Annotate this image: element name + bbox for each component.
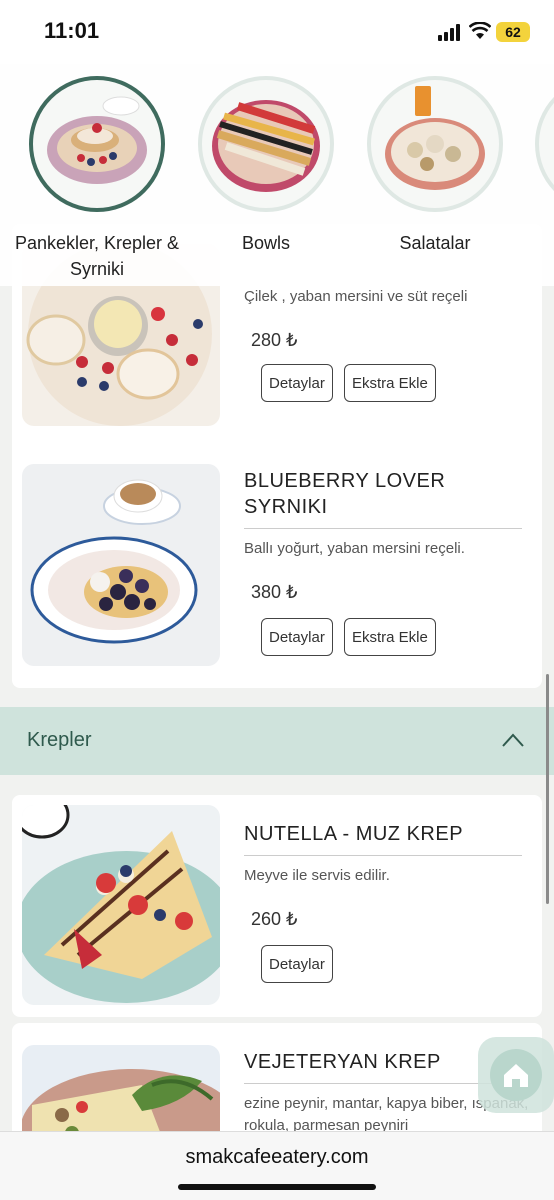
menu-item-name: BLUEBERRY LOVER SYRNIKI <box>244 468 522 529</box>
battery-icon: 62 <box>496 22 530 42</box>
menu-item-description: Ballı yoğurt, yaban mersini reçeli. <box>244 540 465 557</box>
status-bar: 11:01 62 <box>0 0 554 64</box>
category-bowls[interactable]: Bowls <box>181 76 351 256</box>
category-image-salatalar <box>367 76 503 212</box>
menu-item-photo <box>22 464 220 666</box>
menu-item-description: Meyve ile servis edilir. <box>244 867 390 884</box>
home-indicator <box>178 1184 376 1190</box>
signal-icon <box>438 24 460 41</box>
category-image-pankekler <box>29 76 165 212</box>
menu-item-card[interactable]: BLUEBERRY LOVER SYRNIKI Ballı yoğurt, ya… <box>12 442 542 688</box>
category-next[interactable] <box>518 76 554 212</box>
scrollbar[interactable] <box>546 674 549 904</box>
menu-item-photo <box>22 805 220 1005</box>
home-icon <box>504 1064 528 1087</box>
category-salatalar[interactable]: Salatalar <box>350 76 520 256</box>
home-button-circle <box>490 1049 542 1101</box>
category-pankekler[interactable]: Pankekler, Krepler & Syrniki <box>12 76 182 282</box>
details-button[interactable]: Detaylar <box>261 618 333 656</box>
details-button[interactable]: Detaylar <box>261 945 333 983</box>
category-image-next <box>535 76 554 212</box>
category-label: Bowls <box>241 233 290 253</box>
menu-item-name: NUTELLA - MUZ KREP <box>244 821 522 856</box>
menu-item-description: Çilek , yaban mersini ve süt reçeli <box>244 288 468 305</box>
chevron-up-icon[interactable] <box>502 733 524 747</box>
category-label: Salatalar <box>399 233 471 253</box>
section-header-krepler[interactable]: Krepler <box>0 707 554 775</box>
menu-item-price: 280 ₺ <box>251 330 298 350</box>
wifi-icon <box>469 22 491 39</box>
category-image-bowls <box>198 76 334 212</box>
details-button[interactable]: Detaylar <box>261 364 333 402</box>
home-button[interactable] <box>478 1037 554 1113</box>
status-time: 11:01 <box>44 18 100 43</box>
browser-url-bar[interactable]: smakcafeeatery.com <box>0 1131 554 1200</box>
extra-add-button[interactable]: Ekstra Ekle <box>344 618 436 656</box>
category-label: Pankekler, Krepler & Syrniki <box>14 233 180 279</box>
menu-item-card[interactable]: NUTELLA - MUZ KREP Meyve ile servis edil… <box>12 795 542 1017</box>
category-strip[interactable]: Pankekler, Krepler & Syrniki Bowls Salat… <box>0 64 554 286</box>
extra-add-button[interactable]: Ekstra Ekle <box>344 364 436 402</box>
url-text[interactable]: smakcafeeatery.com <box>0 1146 554 1169</box>
menu-item-price: 380 ₺ <box>251 582 298 602</box>
menu-item-price: 260 ₺ <box>251 909 298 929</box>
section-title: Krepler <box>27 729 92 751</box>
